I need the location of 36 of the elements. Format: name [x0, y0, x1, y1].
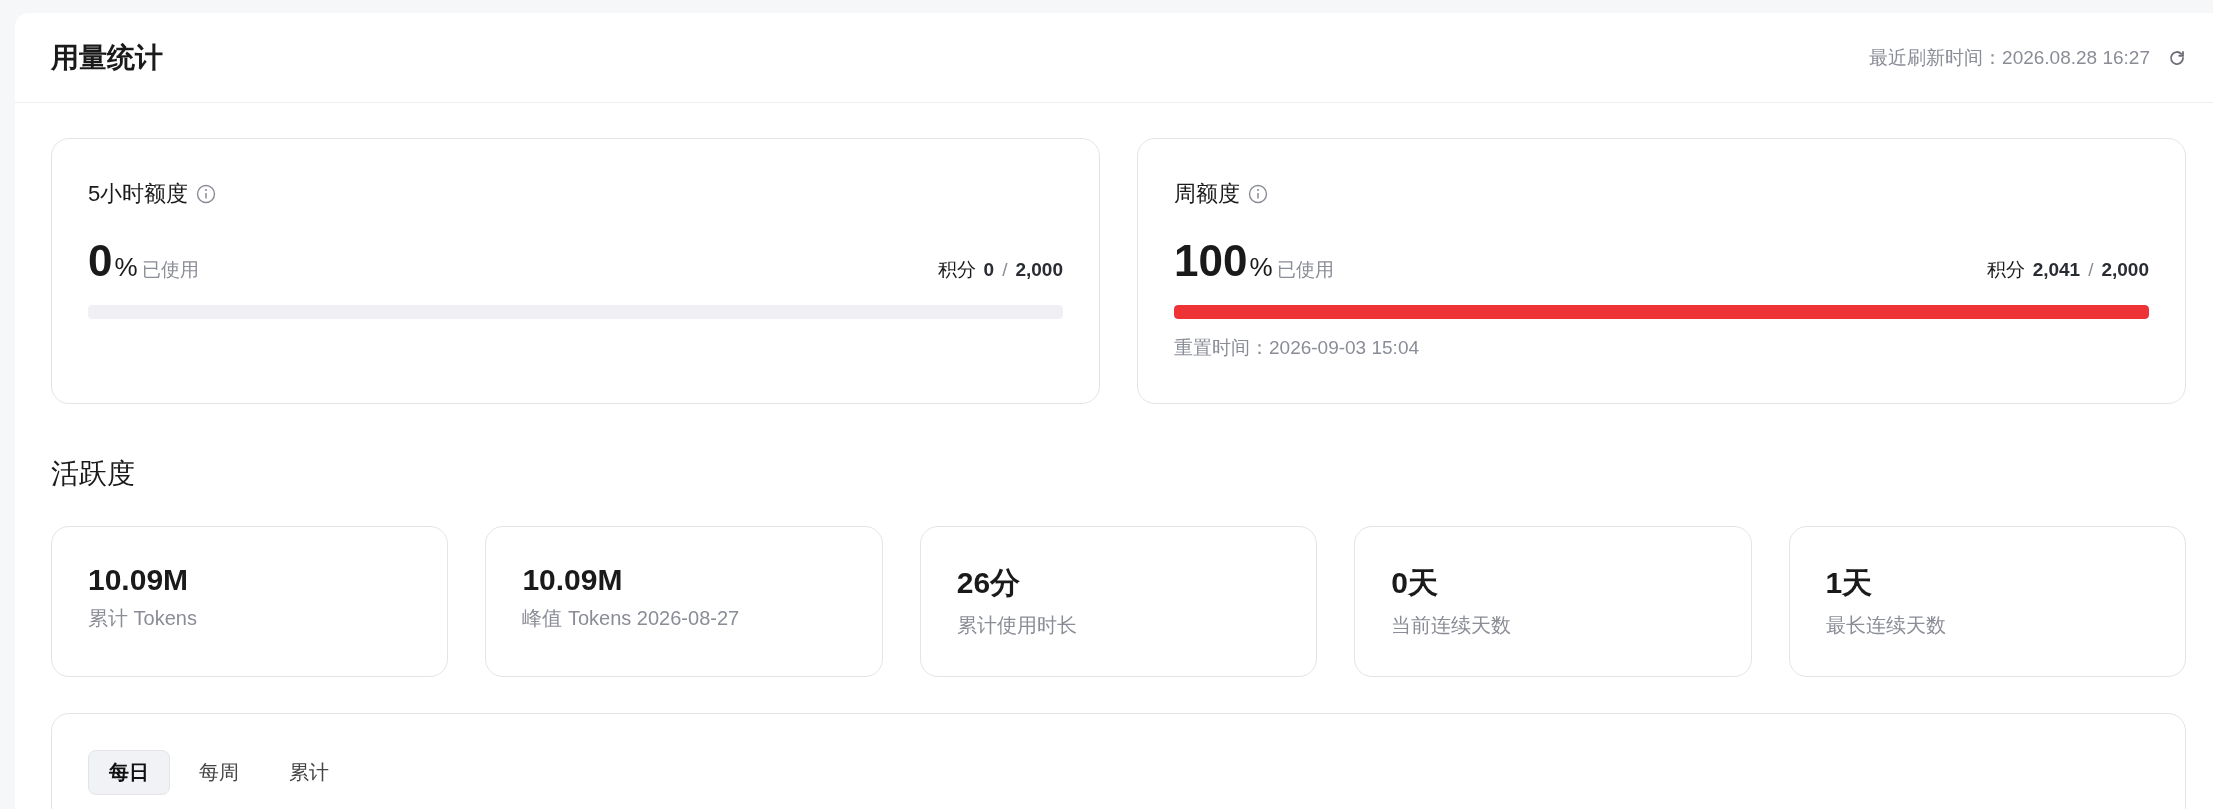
info-icon[interactable]: [1248, 184, 1268, 204]
stat-value: 26分: [956, 565, 1022, 601]
used-label: 已使用: [1276, 258, 1334, 282]
stat-label: 累计 Tokens: [88, 606, 198, 631]
usage-percent: 0: [88, 239, 113, 283]
points-separator: /: [1002, 259, 1008, 281]
stat-label: 累计使用时长: [956, 613, 1078, 638]
period-tab[interactable]: 每日: [88, 750, 170, 795]
period-tab[interactable]: 每周: [178, 750, 260, 795]
stat-label: 当前连续天数: [1391, 613, 1513, 638]
reset-time: 重置时间：2026-09-03 15:04: [1174, 336, 1420, 360]
refresh-icon[interactable]: [2168, 48, 2186, 67]
stat-value: 10.09M: [88, 563, 190, 597]
points-used: 0: [983, 259, 995, 281]
stat-value: 0天: [1391, 565, 1439, 601]
stat-label: 峰值 Tokens 2026-08-27: [522, 606, 741, 631]
points-label: 积分: [1986, 258, 2025, 282]
section-title: 活跃度: [51, 457, 136, 491]
points-total: 2,000: [2101, 259, 2149, 281]
percent-sign: %: [114, 252, 138, 283]
info-icon[interactable]: [196, 184, 217, 204]
stat-label: 最长连续天数: [1825, 613, 1947, 638]
quota-title: 周额度: [1174, 180, 1240, 208]
period-tab[interactable]: 累计: [268, 750, 350, 795]
page-title: 用量统计: [51, 40, 163, 75]
points-used: 2,041: [2032, 259, 2081, 281]
points-label: 积分: [937, 258, 976, 282]
percent-sign: %: [1249, 252, 1273, 283]
refresh-time: 最近刷新时间：2026.08.28 16:27: [1869, 45, 2150, 70]
points-separator: /: [2088, 259, 2094, 281]
stat-value: 1天: [1825, 565, 1874, 601]
stat-value: 10.09M: [522, 563, 624, 597]
points-total: 2,000: [1015, 259, 1063, 281]
used-label: 已使用: [141, 258, 199, 282]
quota-title: 5小时额度: [88, 180, 189, 208]
usage-percent: 100: [1174, 239, 1248, 283]
